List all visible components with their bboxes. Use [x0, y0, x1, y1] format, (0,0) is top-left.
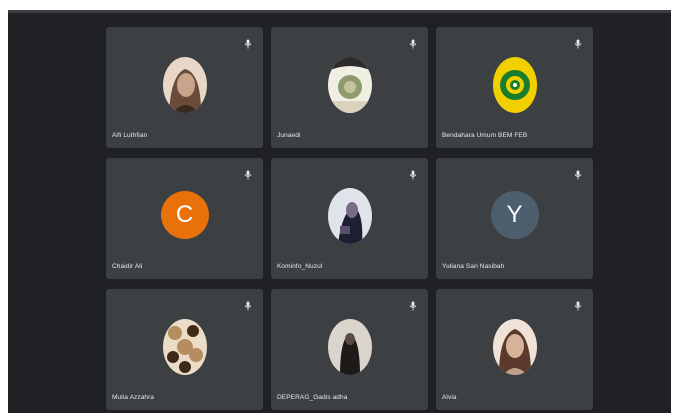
- participant-tile[interactable]: DEPERAG_Gadis adha: [271, 289, 428, 410]
- avatar-photo: [162, 57, 207, 113]
- avatar-initial: C: [160, 191, 209, 239]
- video-call-window: Alfi Luthfian Junaedi Bendahara Umum BEM…: [8, 10, 671, 413]
- participant-tile[interactable]: Bendahara Umum BEM FEB: [436, 27, 593, 148]
- mic-off-icon: [574, 298, 582, 311]
- participant-name: Bendahara Umum BEM FEB: [442, 132, 528, 139]
- participant-name: Chaidir Ali: [112, 263, 143, 270]
- participant-name: Kominfo_Nuzul: [277, 263, 323, 270]
- mic-off-icon: [409, 36, 417, 49]
- participant-tile[interactable]: Alvia: [436, 289, 593, 410]
- participant-name: Yuliana Sari Nasibah: [442, 263, 505, 270]
- avatar-photo: [327, 319, 372, 375]
- mic-off-icon: [574, 36, 582, 49]
- participant-tile[interactable]: Y Yuliana Sari Nasibah: [436, 158, 593, 279]
- mic-off-icon: [409, 298, 417, 311]
- avatar-photo: [327, 57, 372, 113]
- participant-name: Junaedi: [277, 132, 301, 139]
- mic-off-icon: [409, 167, 417, 180]
- screen: Alfi Luthfian Junaedi Bendahara Umum BEM…: [0, 0, 673, 418]
- mic-off-icon: [244, 36, 252, 49]
- top-strip: [8, 10, 671, 13]
- avatar-logo: [492, 57, 537, 113]
- mic-off-icon: [574, 167, 582, 180]
- participant-tile[interactable]: Kominfo_Nuzul: [271, 158, 428, 279]
- avatar-photo: [162, 319, 207, 375]
- participant-tile[interactable]: C Chaidir Ali: [106, 158, 263, 279]
- avatar-photo: [327, 188, 372, 244]
- avatar-photo: [492, 319, 537, 375]
- participant-name: Mulia Azzahra: [112, 394, 155, 401]
- mic-off-icon: [244, 167, 252, 180]
- participant-tile[interactable]: Mulia Azzahra: [106, 289, 263, 410]
- participant-name: DEPERAG_Gadis adha: [277, 394, 348, 401]
- participant-name: Alvia: [442, 394, 457, 401]
- participant-tile[interactable]: Junaedi: [271, 27, 428, 148]
- participant-name: Alfi Luthfian: [112, 132, 148, 139]
- avatar-initial: Y: [490, 191, 539, 239]
- mic-off-icon: [244, 298, 252, 311]
- participant-tile[interactable]: Alfi Luthfian: [106, 27, 263, 148]
- participant-grid: Alfi Luthfian Junaedi Bendahara Umum BEM…: [106, 27, 594, 410]
